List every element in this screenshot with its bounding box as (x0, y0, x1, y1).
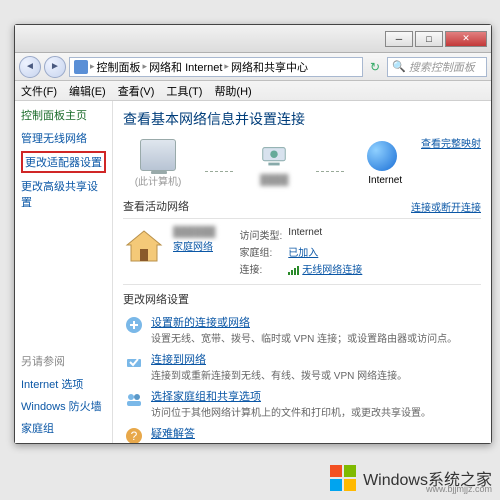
thispc-label: (此计算机) (135, 173, 182, 188)
task-list: 设置新的连接或网络设置无线、宽带、拨号、临时或 VPN 连接；或设置路由器或访问… (123, 311, 481, 443)
connection-label: 连接: (240, 261, 283, 276)
sidebar-title[interactable]: 控制面板主页 (21, 107, 106, 123)
full-map-link[interactable]: 查看完整映射 (421, 135, 481, 150)
search-icon: 🔍 (392, 60, 406, 73)
task-connect-network[interactable]: 连接到网络连接到或重新连接到无线、有线、拨号或 VPN 网络连接。 (123, 348, 481, 385)
close-button[interactable]: ✕ (445, 31, 487, 47)
task-title[interactable]: 疑难解答 (151, 425, 351, 441)
menu-help[interactable]: 帮助(H) (214, 83, 251, 99)
search-placeholder: 搜索控制面板 (409, 59, 475, 75)
active-networks-label: 查看活动网络 (123, 198, 189, 214)
internet-label: Internet (368, 175, 402, 186)
active-network-card: ██████ 家庭网络 访问类型: Internet 家庭组: 已加入 连接: … (123, 223, 481, 280)
titlebar: ─ □ ✕ (15, 25, 491, 53)
home-network-icon (123, 227, 165, 265)
svg-text:?: ? (131, 429, 138, 443)
maximize-button[interactable]: □ (415, 31, 443, 47)
change-settings-header: 更改网络设置 (123, 291, 481, 307)
menu-view[interactable]: 查看(V) (118, 83, 155, 99)
task-desc: 访问位于其他网络计算机上的文件和打印机，或更改共享设置。 (151, 408, 431, 419)
task-setup-connection[interactable]: 设置新的连接或网络设置无线、宽带、拨号、临时或 VPN 连接；或设置路由器或访问… (123, 311, 481, 348)
sidebar-link-sharing[interactable]: 更改高级共享设置 (21, 177, 106, 211)
globe-icon (367, 141, 403, 173)
task-troubleshoot[interactable]: ? 疑难解答诊断并修复网络问题，或获得故障排除信息。 (123, 422, 481, 443)
access-type-label: 访问类型: (240, 227, 283, 242)
control-panel-window: ─ □ ✕ ◄ ► ▸ 控制面板 ▸ 网络和 Internet ▸ 网络和共享中… (14, 24, 492, 444)
watermark-domain: www.bjjmjjz.com (426, 484, 492, 494)
control-panel-icon (74, 60, 88, 74)
sidebar-link-adapter[interactable]: 更改适配器设置 (25, 153, 102, 171)
active-networks-header: 查看活动网络 连接或断开连接 (123, 198, 481, 214)
task-title[interactable]: 选择家庭组和共享选项 (151, 388, 431, 404)
map-connector (316, 171, 344, 172)
computer-icon (140, 139, 176, 171)
sidebar-link-adapter-highlighted: 更改适配器设置 (21, 151, 106, 173)
chevron-right-icon: ▸ (143, 61, 148, 72)
map-connector (205, 171, 233, 172)
watermark: Windows系统之家 www.bjjmjjz.com (329, 464, 492, 492)
task-homegroup[interactable]: 选择家庭组和共享选项访问位于其他网络计算机上的文件和打印机，或更改共享设置。 (123, 385, 481, 422)
homegroup-value[interactable]: 已加入 (288, 248, 318, 259)
connect-disconnect-link[interactable]: 连接或断开连接 (411, 199, 481, 214)
windows-logo-icon (329, 464, 357, 492)
search-input[interactable]: 🔍 搜索控制面板 (387, 57, 487, 77)
connect-network-icon (123, 351, 145, 373)
sidebar-link-internet-options[interactable]: Internet 选项 (21, 375, 106, 393)
menu-tools[interactable]: 工具(T) (166, 83, 202, 99)
minimize-button[interactable]: ─ (385, 31, 413, 47)
homegroup-label: 家庭组: (240, 244, 283, 259)
menu-file[interactable]: 文件(F) (21, 83, 57, 99)
breadcrumb-item[interactable]: 控制面板 (97, 59, 141, 75)
access-type-value: Internet (288, 227, 362, 242)
signal-icon (288, 265, 300, 275)
window-body: 控制面板主页 管理无线网络 更改适配器设置 更改高级共享设置 另请参阅 Inte… (15, 101, 491, 443)
content-pane: 查看基本网络信息并设置连接 (此计算机) ████ (113, 101, 491, 443)
sidebar: 控制面板主页 管理无线网络 更改适配器设置 更改高级共享设置 另请参阅 Inte… (15, 101, 113, 443)
address-bar: ◄ ► ▸ 控制面板 ▸ 网络和 Internet ▸ 网络和共享中心 ↻ 🔍 … (15, 53, 491, 81)
page-heading: 查看基本网络信息并设置连接 (123, 109, 481, 129)
home-network-link[interactable]: 家庭网络 (173, 238, 216, 253)
setup-connection-icon (123, 314, 145, 336)
breadcrumb[interactable]: ▸ 控制面板 ▸ 网络和 Internet ▸ 网络和共享中心 (69, 57, 363, 77)
task-title[interactable]: 连接到网络 (151, 351, 407, 367)
sidebar-link-firewall[interactable]: Windows 防火墙 (21, 397, 106, 415)
sidebar-link-homegroup[interactable]: 家庭组 (21, 419, 106, 437)
chevron-right-icon: ▸ (90, 61, 95, 72)
change-settings-label: 更改网络设置 (123, 291, 189, 307)
task-desc: 连接到或重新连接到无线、有线、拨号或 VPN 网络连接。 (151, 371, 407, 382)
forward-button[interactable]: ► (44, 56, 66, 78)
menu-edit[interactable]: 编辑(E) (69, 83, 106, 99)
troubleshoot-icon: ? (123, 425, 145, 443)
breadcrumb-item[interactable]: 网络和共享中心 (231, 59, 308, 75)
back-button[interactable]: ◄ (19, 56, 41, 78)
menu-bar: 文件(F) 编辑(E) 查看(V) 工具(T) 帮助(H) (15, 81, 491, 101)
task-desc: 设置无线、宽带、拨号、临时或 VPN 连接；或设置路由器或访问点。 (151, 334, 457, 345)
map-node-thispc[interactable]: (此计算机) (135, 139, 182, 188)
homegroup-icon (123, 388, 145, 410)
breadcrumb-item[interactable]: 网络和 Internet (149, 59, 222, 75)
connection-value[interactable]: 无线网络连接 (302, 265, 362, 276)
chevron-right-icon: ▸ (224, 61, 229, 72)
map-node-network[interactable]: ████ (256, 141, 292, 186)
refresh-button[interactable]: ↻ (366, 58, 384, 76)
task-title[interactable]: 设置新的连接或网络 (151, 314, 457, 330)
network-map: (此计算机) ████ Internet 查看完整映射 (123, 135, 481, 192)
map-node-internet[interactable]: Internet (367, 141, 403, 186)
network-icon (256, 141, 292, 173)
sidebar-seealso-title: 另请参阅 (21, 353, 106, 369)
sidebar-link-wireless[interactable]: 管理无线网络 (21, 129, 106, 147)
